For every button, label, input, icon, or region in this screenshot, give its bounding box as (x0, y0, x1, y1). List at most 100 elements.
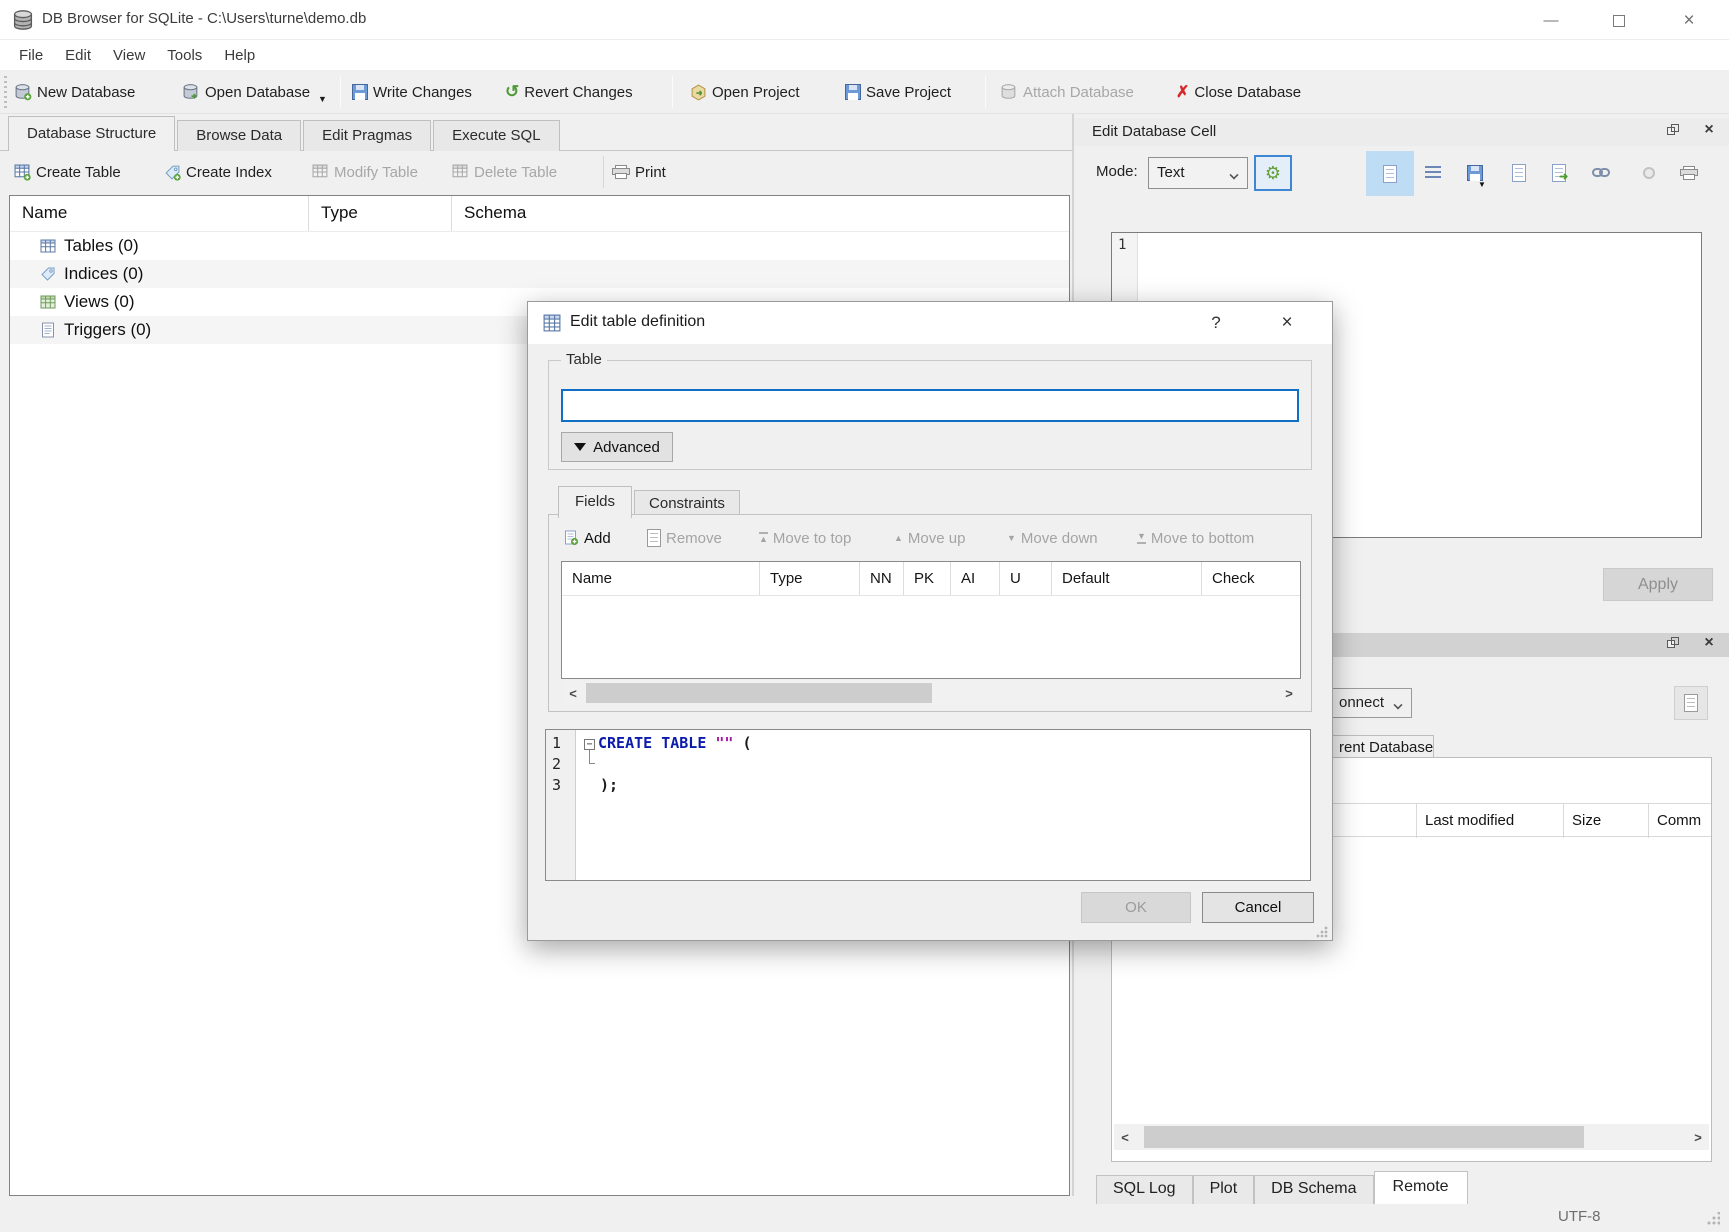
open-project-button[interactable]: Open Project (690, 77, 800, 107)
dock-float-button[interactable] (1662, 122, 1684, 140)
close-button[interactable]: × (1666, 8, 1712, 34)
tab-edit-pragmas[interactable]: Edit Pragmas (303, 120, 431, 151)
menu-help[interactable]: Help (213, 43, 266, 68)
cell-print-button[interactable] (1676, 160, 1702, 186)
move-down-button[interactable]: ▼ Move down (1007, 525, 1098, 551)
print-button[interactable]: Print (612, 157, 666, 187)
open-database-dropdown-arrow[interactable]: ▼ (318, 94, 327, 104)
col-u[interactable]: U (1000, 562, 1052, 595)
write-changes-button[interactable]: Write Changes (352, 77, 472, 107)
table-name-input[interactable] (561, 389, 1299, 422)
cancel-button[interactable]: Cancel (1202, 892, 1314, 923)
tab-db-schema[interactable]: DB Schema (1254, 1175, 1373, 1204)
tab-fields[interactable]: Fields (558, 486, 632, 518)
maximize-button[interactable] (1596, 8, 1642, 34)
menu-file[interactable]: File (8, 43, 54, 68)
minimize-button[interactable]: — (1528, 8, 1574, 34)
scroll-left-icon[interactable]: < (562, 686, 584, 701)
float-icon (1667, 124, 1679, 135)
advanced-button[interactable]: Advanced (561, 432, 673, 462)
menu-tools[interactable]: Tools (156, 43, 213, 68)
dock-close-button[interactable]: × (1698, 635, 1720, 653)
new-database-button[interactable]: New Database (14, 77, 135, 107)
apply-button[interactable]: Apply (1603, 568, 1713, 601)
tab-browse-data[interactable]: Browse Data (177, 120, 301, 151)
scrollbar-track[interactable] (584, 681, 1278, 705)
import-button[interactable]: ▼ (1462, 160, 1488, 186)
tab-database-structure[interactable]: Database Structure (8, 116, 175, 151)
scrollbar-thumb[interactable] (1144, 1126, 1584, 1148)
dock-float-button[interactable] (1662, 635, 1684, 653)
col-pk[interactable]: PK (904, 562, 951, 595)
horizontal-scrollbar[interactable]: < > (562, 681, 1300, 705)
dialog-titlebar[interactable]: Edit table definition ? × (528, 302, 1332, 344)
remove-field-button[interactable]: Remove (647, 525, 722, 551)
tree-col-name[interactable]: Name (10, 196, 308, 231)
col-check[interactable]: Check (1202, 562, 1300, 595)
menu-edit[interactable]: Edit (54, 43, 102, 68)
text-view-button[interactable] (1366, 151, 1414, 196)
col-last-modified[interactable]: Last modified (1416, 804, 1563, 838)
create-index-button[interactable]: Create Index (164, 157, 272, 187)
horizontal-scrollbar[interactable]: < > (1114, 1124, 1709, 1150)
tree-row-tables[interactable]: Tables (0) (10, 232, 1069, 260)
revert-changes-button[interactable]: ↺ Revert Changes (505, 77, 633, 107)
encoding-status: UTF-8 (1558, 1208, 1601, 1225)
scroll-right-icon[interactable]: > (1278, 686, 1300, 701)
null-button[interactable] (1636, 160, 1662, 186)
dialog-close-button[interactable]: × (1264, 309, 1310, 337)
col-size[interactable]: Size (1563, 804, 1648, 838)
save-project-button[interactable]: Save Project (845, 77, 951, 107)
col-type[interactable]: Type (760, 562, 860, 595)
move-up-button[interactable]: ▲ Move up (894, 525, 965, 551)
tab-remote[interactable]: Remote (1374, 1171, 1468, 1204)
export-button[interactable] (1506, 160, 1532, 186)
mode-select[interactable]: Text (1148, 157, 1248, 189)
modify-table-button[interactable]: Modify Table (312, 157, 418, 187)
tree-col-schema[interactable]: Schema (451, 196, 1069, 231)
modify-table-icon (312, 164, 329, 181)
tab-plot[interactable]: Plot (1193, 1175, 1255, 1204)
close-database-label: Close Database (1194, 84, 1301, 101)
add-field-button[interactable]: Add (563, 525, 611, 551)
col-name[interactable]: Name (562, 562, 760, 595)
ok-button[interactable]: OK (1081, 892, 1191, 923)
resize-grip[interactable] (1706, 1212, 1720, 1226)
sql-preview: 1 2 3 −CREATE TABLE "" ( ); (545, 729, 1311, 881)
scrollbar-track[interactable] (1136, 1124, 1687, 1150)
col-default[interactable]: Default (1052, 562, 1202, 595)
sql-keyword: CREATE TABLE (598, 734, 706, 752)
fold-collapse-icon[interactable]: − (584, 739, 595, 750)
tree-row-indices[interactable]: Indices (0) (10, 260, 1069, 288)
attach-database-button[interactable]: Attach Database (1000, 77, 1134, 107)
dialog-resize-grip[interactable] (1316, 926, 1328, 938)
tree-row-label: Indices (0) (64, 264, 143, 284)
dock-close-button[interactable]: × (1698, 122, 1720, 140)
save-project-icon (845, 84, 861, 100)
scroll-right-icon[interactable]: > (1687, 1130, 1709, 1145)
tab-sql-log[interactable]: SQL Log (1096, 1175, 1193, 1204)
col-ai[interactable]: AI (951, 562, 1000, 595)
open-database-button[interactable]: Open Database (182, 77, 310, 107)
open-external-button[interactable]: ➜ (1546, 160, 1572, 186)
remote-settings-button[interactable] (1674, 686, 1708, 720)
tab-execute-sql[interactable]: Execute SQL (433, 120, 559, 151)
auto-apply-button[interactable]: ⚙ (1254, 155, 1292, 191)
close-database-button[interactable]: ✗ Close Database (1176, 77, 1301, 107)
help-button[interactable]: ? (1196, 309, 1236, 337)
tree-col-type[interactable]: Type (308, 196, 451, 231)
scrollbar-thumb[interactable] (586, 683, 932, 703)
toolbar-grip[interactable] (4, 76, 7, 108)
create-index-label: Create Index (186, 164, 272, 181)
move-to-top-button[interactable]: ▲ Move to top (759, 525, 851, 551)
col-nn[interactable]: NN (860, 562, 904, 595)
delete-table-button[interactable]: Delete Table (452, 157, 557, 187)
indent-button[interactable] (1420, 160, 1446, 186)
scroll-left-icon[interactable]: < (1114, 1130, 1136, 1145)
create-index-icon (164, 164, 181, 181)
col-commit[interactable]: Comm (1648, 804, 1712, 838)
menu-view[interactable]: View (102, 43, 156, 68)
move-to-bottom-button[interactable]: ▼ Move to bottom (1137, 525, 1254, 551)
create-table-button[interactable]: Create Table (14, 157, 121, 187)
link-button[interactable] (1588, 160, 1614, 186)
